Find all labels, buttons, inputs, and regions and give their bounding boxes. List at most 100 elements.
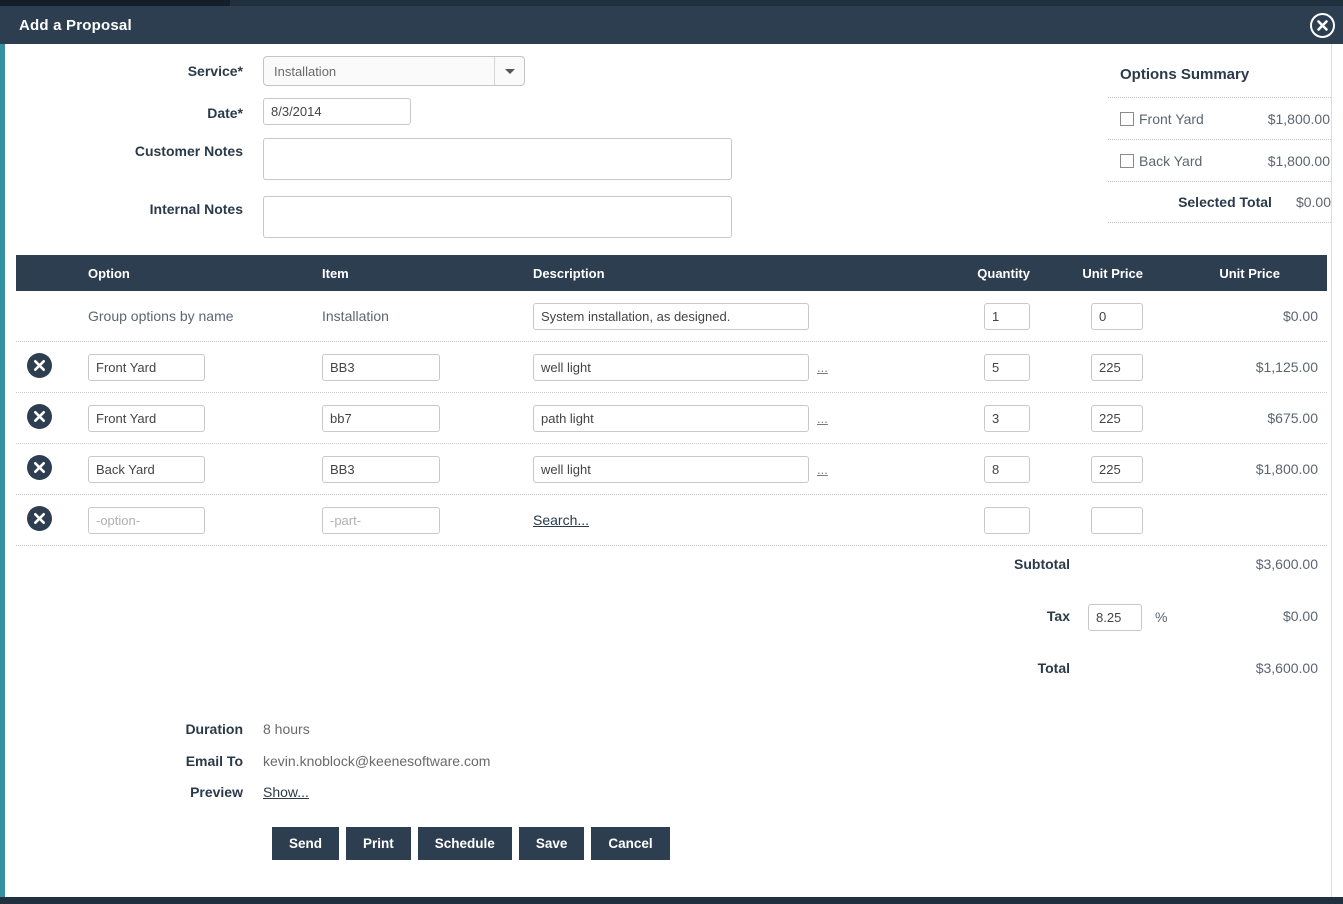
total-label: Total — [1038, 660, 1070, 676]
table-row: ... $675.00 — [16, 393, 1327, 444]
group-row: Group options by name Installation $0.00 — [16, 291, 1327, 342]
selected-total-label: Selected Total — [1178, 194, 1272, 210]
service-dropdown[interactable]: Installation — [263, 56, 525, 86]
more-description-link[interactable]: ... — [817, 462, 828, 477]
tax-percent-sign: % — [1155, 609, 1167, 625]
new-quantity-input[interactable] — [984, 507, 1030, 534]
new-item-row: Search... — [16, 495, 1327, 546]
line-items-table: Option Item Description Quantity Unit Pr… — [16, 255, 1327, 546]
group-description-input[interactable] — [533, 303, 809, 330]
unit-price-input[interactable] — [1091, 354, 1143, 381]
front-yard-checkbox[interactable] — [1120, 112, 1134, 126]
option-column-header: Option — [72, 266, 306, 281]
selected-total-row: Selected Total $0.00 — [1108, 181, 1331, 223]
internal-notes-label: Internal Notes — [0, 201, 243, 217]
new-unit-price-input[interactable] — [1091, 507, 1143, 534]
new-option-input[interactable] — [88, 507, 205, 534]
quantity-input[interactable] — [984, 354, 1030, 381]
delete-row-icon[interactable] — [27, 455, 52, 480]
option-summary-row: Back Yard $1,800.00 — [1108, 139, 1331, 181]
background-bottom-bar — [0, 897, 1343, 904]
delete-row-icon[interactable] — [27, 506, 52, 531]
total-amount: $3,600.00 — [1256, 660, 1318, 676]
service-dropdown-value: Installation — [264, 64, 494, 79]
item-input[interactable] — [322, 405, 440, 432]
unit-price-input[interactable] — [1091, 456, 1143, 483]
new-part-input[interactable] — [322, 507, 440, 534]
chevron-down-icon — [505, 69, 515, 74]
modal-header: Add a Proposal — [0, 6, 1343, 44]
group-quantity-input[interactable] — [984, 303, 1030, 330]
more-description-link[interactable]: ... — [817, 360, 828, 375]
subtotal-label: Subtotal — [1014, 556, 1070, 572]
schedule-button[interactable]: Schedule — [418, 827, 512, 860]
customer-notes-label: Customer Notes — [0, 143, 243, 159]
option-input[interactable] — [88, 456, 205, 483]
selected-total-value: $0.00 — [1296, 194, 1331, 210]
preview-show-link[interactable]: Show... — [263, 784, 309, 800]
group-item-text: Installation — [306, 308, 517, 324]
description-column-header: Description — [517, 266, 817, 281]
options-summary-title: Options Summary — [1108, 60, 1331, 97]
save-button[interactable]: Save — [519, 827, 585, 860]
send-button[interactable]: Send — [272, 827, 339, 860]
internal-notes-textarea[interactable] — [263, 196, 732, 238]
table-row: ... $1,125.00 — [16, 342, 1327, 393]
option-input[interactable] — [88, 354, 205, 381]
total-row: Total $3,600.00 — [0, 656, 1343, 686]
email-to-value: kevin.knoblock@keenesoftware.com — [263, 753, 490, 769]
subtotal-row: Subtotal $3,600.00 — [0, 552, 1343, 582]
delete-row-icon[interactable] — [27, 353, 52, 378]
quantity-input[interactable] — [984, 456, 1030, 483]
table-header-row: Option Item Description Quantity Unit Pr… — [16, 255, 1327, 291]
tax-label: Tax — [1047, 608, 1070, 624]
delete-row-icon[interactable] — [27, 404, 52, 429]
modal-right-border — [1331, 44, 1332, 897]
row-amount: $1,800.00 — [1146, 461, 1327, 477]
tax-amount: $0.00 — [1283, 608, 1318, 624]
table-row: ... $1,800.00 — [16, 444, 1327, 495]
cancel-button[interactable]: Cancel — [591, 827, 669, 860]
preview-label: Preview — [0, 784, 243, 800]
date-input[interactable] — [263, 98, 411, 125]
duration-value: 8 hours — [263, 721, 310, 737]
row-amount: $675.00 — [1146, 410, 1327, 426]
option-summary-label: Back Yard — [1139, 153, 1202, 169]
print-button[interactable]: Print — [346, 827, 411, 860]
option-input[interactable] — [88, 405, 205, 432]
unit-price-column-header: Unit Price — [1032, 266, 1146, 281]
options-summary-panel: Options Summary Front Yard $1,800.00 Bac… — [1108, 60, 1331, 223]
row-amount: $1,125.00 — [1146, 359, 1327, 375]
amount-column-header: Unit Price — [1146, 266, 1327, 281]
tax-row: Tax % $0.00 — [0, 604, 1343, 634]
option-summary-row: Front Yard $1,800.00 — [1108, 97, 1331, 139]
customer-notes-textarea[interactable] — [263, 138, 732, 180]
service-label: Service* — [0, 63, 243, 79]
group-unit-price-input[interactable] — [1091, 303, 1143, 330]
option-summary-amount: $1,800.00 — [1268, 111, 1331, 127]
item-input[interactable] — [322, 456, 440, 483]
quantity-column-header: Quantity — [862, 266, 1032, 281]
duration-label: Duration — [0, 721, 243, 737]
dropdown-arrow-button[interactable] — [494, 57, 524, 85]
date-label: Date* — [0, 105, 243, 121]
back-yard-checkbox[interactable] — [1120, 154, 1134, 168]
search-part-link[interactable]: Search... — [517, 512, 589, 528]
item-input[interactable] — [322, 354, 440, 381]
description-input[interactable] — [533, 456, 809, 483]
action-button-bar: Send Print Schedule Save Cancel — [272, 827, 670, 860]
tax-rate-input[interactable] — [1088, 604, 1142, 631]
quantity-input[interactable] — [984, 405, 1030, 432]
description-input[interactable] — [533, 354, 809, 381]
subtotal-amount: $3,600.00 — [1256, 556, 1318, 572]
unit-price-input[interactable] — [1091, 405, 1143, 432]
description-input[interactable] — [533, 405, 809, 432]
option-summary-label: Front Yard — [1139, 111, 1204, 127]
group-amount: $0.00 — [1146, 308, 1327, 324]
more-description-link[interactable]: ... — [817, 411, 828, 426]
close-icon[interactable] — [1309, 12, 1336, 39]
modal-title: Add a Proposal — [19, 17, 132, 34]
group-option-text: Group options by name — [72, 308, 306, 324]
email-to-label: Email To — [0, 753, 243, 769]
item-column-header: Item — [306, 266, 517, 281]
